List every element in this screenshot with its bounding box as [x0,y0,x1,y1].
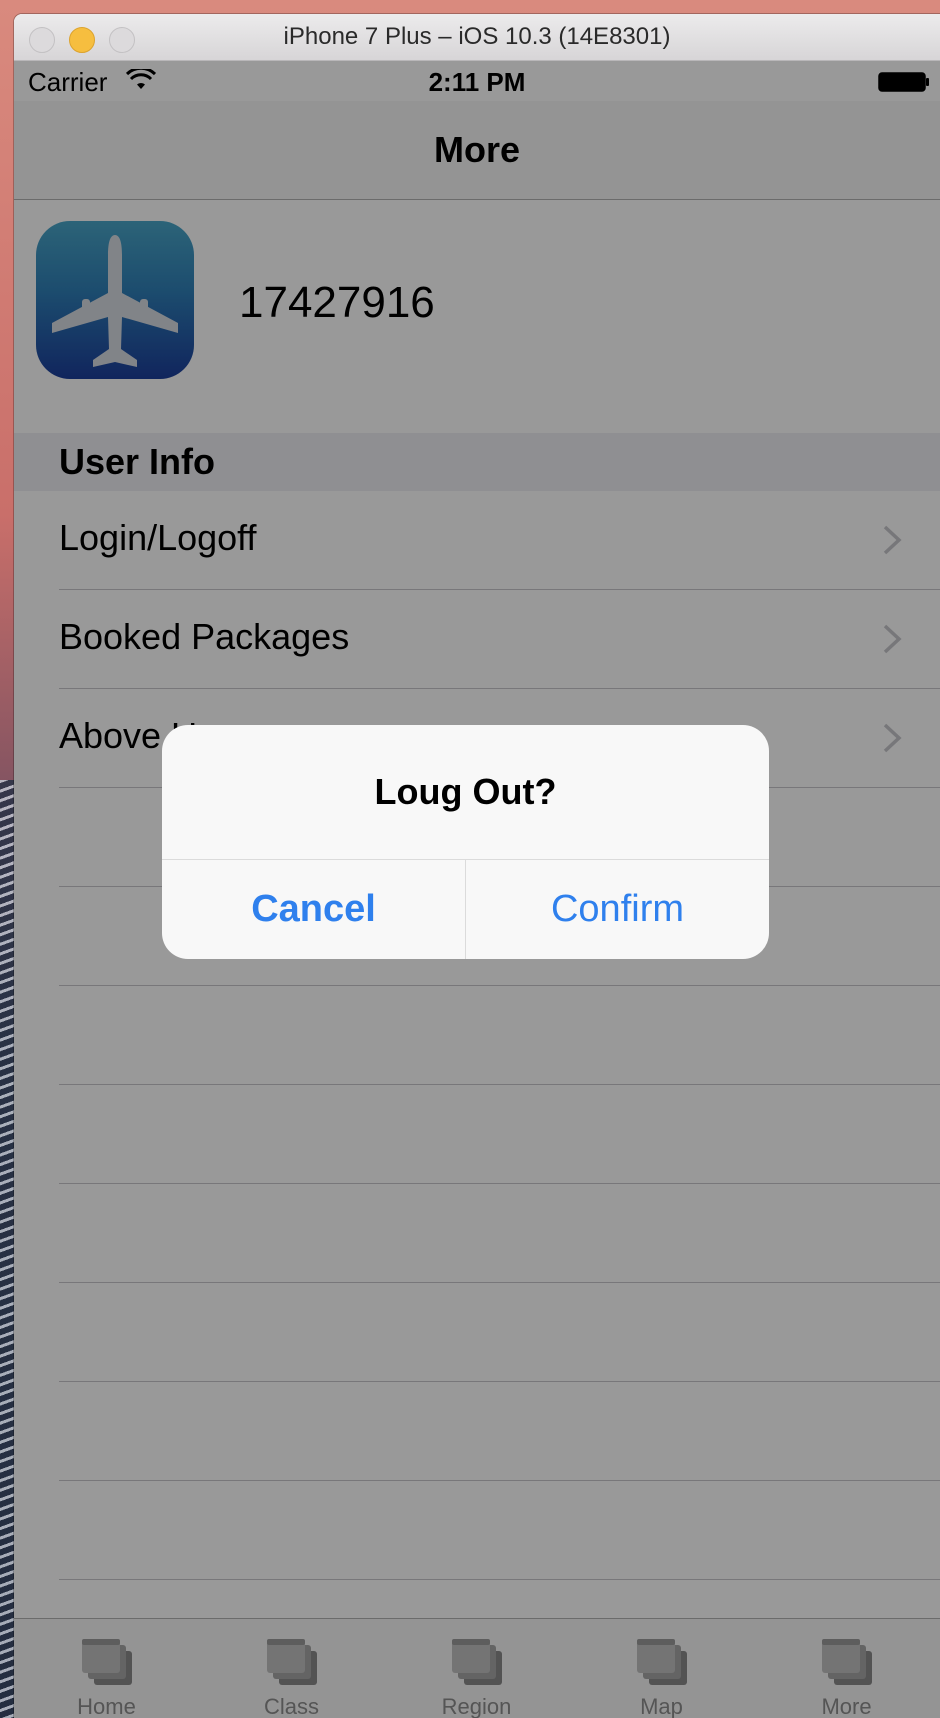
confirm-button[interactable]: Confirm [466,860,769,959]
wallpaper-detail [0,780,14,1718]
window-title: iPhone 7 Plus – iOS 10.3 (14E8301) [283,23,671,50]
cancel-button[interactable]: Cancel [162,860,465,959]
alert-title: Loug Out? [374,771,557,812]
logout-alert-dialog: Loug Out? Cancel Confirm [162,725,769,959]
window-titlebar[interactable]: iPhone 7 Plus – iOS 10.3 (14E8301) [14,14,940,61]
